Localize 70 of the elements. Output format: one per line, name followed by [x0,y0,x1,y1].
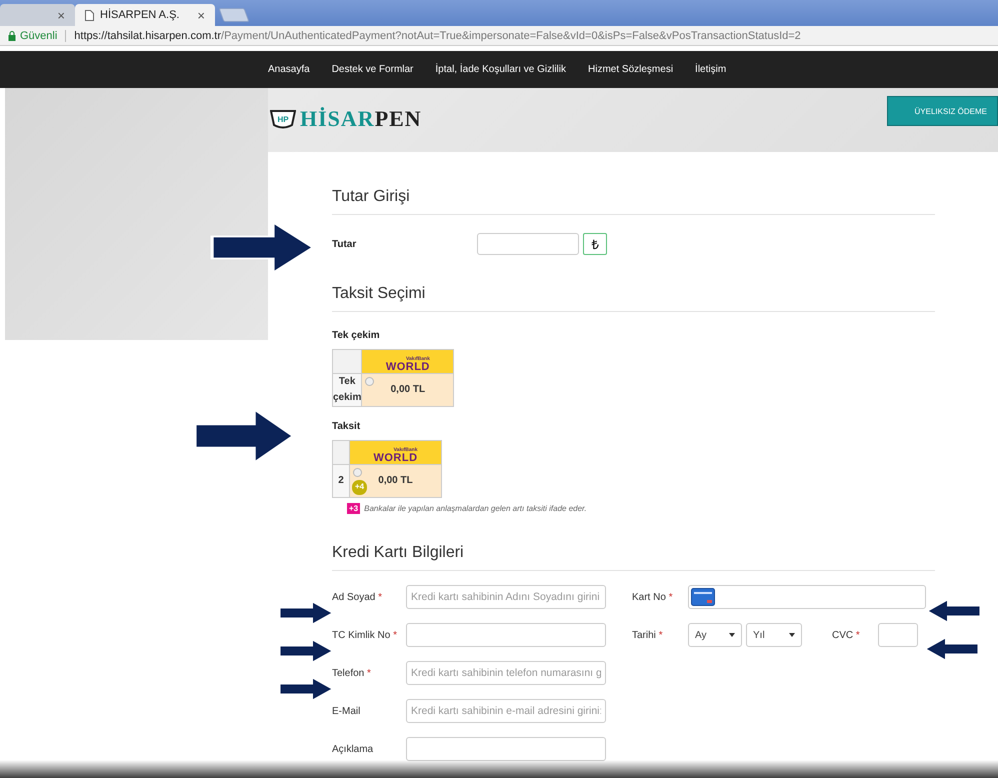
caret-icon [789,633,795,637]
text-field[interactable]: Kredi kartı sahibinin Adını Soyadını girini [406,585,606,609]
nav-link[interactable]: Destek ve Formlar [332,64,414,75]
bonus-badge: +4 [352,480,368,495]
credit-card-icon [691,588,715,606]
installment-option[interactable]: 0,00 TL [362,374,454,406]
section-heading: Taksit Seçimi [332,285,935,312]
annotation-arrow [926,598,982,624]
lock-icon [8,30,16,40]
field-label: Tarihi [632,630,656,640]
table-cell: Tek çekim [332,374,362,406]
radio-button[interactable] [365,377,374,386]
bonus-badge: +3 [347,503,360,514]
text-field[interactable]: Kredi kartı sahibinin telefon numarasını g [406,661,606,685]
required-mark: * [668,592,673,602]
close-icon[interactable]: × [57,8,65,22]
text-field[interactable] [406,623,606,647]
table-cell: 2 [332,464,350,498]
logo-emblem-icon: HP [270,109,296,129]
required-mark: * [367,668,371,678]
annotation-arrow [924,636,980,662]
field-label: CVC [832,630,854,640]
year-select[interactable]: Yıl [746,623,802,647]
amount-text: 0,00 TL [378,475,413,486]
document-icon [85,10,94,20]
field-label: E-Mail [332,706,360,716]
group-title: Tek çekim [332,330,381,341]
url-path[interactable]: /Payment/UnAuthenticatedPayment?notAut=True&impersonate=False&vId=0&isPs=False&vPosTransactionStatusId=2 [221,30,801,42]
guest-payment-button[interactable]: ÜYELIKSIZ ÖDEME [887,96,998,126]
nav-link[interactable]: İletişim [695,64,726,75]
card-number-field[interactable] [688,585,926,609]
required-mark: * [856,630,860,640]
field-label: Açıklama [332,744,374,754]
currency-button[interactable]: ₺ [583,233,607,255]
required-mark: * [393,630,398,640]
field-label: Telefon [332,668,364,678]
annotation-arrow [278,676,334,702]
new-tab-button[interactable] [218,8,250,22]
field-label: Kart No [632,592,666,602]
section-heading: Kredi Kartı Bilgileri [332,544,935,571]
cvc-field[interactable] [878,623,918,647]
brand-logo: HİSARPEN [300,106,422,132]
group-title: Taksit [332,421,362,432]
note-text: Bankalar ile yapılan anlaşmalardan gelen artı taksiti ifade eder. [364,504,587,513]
field-label: Tutar [332,238,358,250]
nav-link[interactable]: İptal, İade Koşulları ve Gizlilik [435,64,566,75]
required-mark: * [658,630,663,640]
section-heading: Tutar Girişi [332,188,935,215]
amount-field[interactable] [477,233,579,255]
browser-tab[interactable]: HİSARPEN A.Ş. × [75,4,215,26]
tab-title: HİSARPEN A.Ş. [100,9,180,21]
browser-tab[interactable]: × [0,4,75,26]
field-label: TC Kimlik No [332,630,390,640]
month-select[interactable]: Ay [688,623,742,647]
annotation-arrow [278,600,334,626]
close-icon[interactable]: × [197,8,205,22]
url-host[interactable]: https://tahsilat.hisarpen.com.tr [74,30,222,42]
installment-option[interactable]: +4 0,00 TL [350,464,442,498]
bank-logo: WORLD [386,362,430,373]
caret-icon [729,633,735,637]
required-mark: * [378,592,382,602]
security-label: Güvenli [20,30,58,42]
field-label: Ad Soyad [332,592,376,602]
radio-button[interactable] [353,468,362,477]
nav-link[interactable]: Hizmet Sözleşmesi [588,64,674,75]
nav-link[interactable]: Anasayfa [268,64,310,75]
bank-logo: WORLD [373,453,418,464]
annotation-arrow [278,638,334,664]
text-field[interactable] [406,737,606,761]
amount-text: 0,00 TL [390,384,426,395]
